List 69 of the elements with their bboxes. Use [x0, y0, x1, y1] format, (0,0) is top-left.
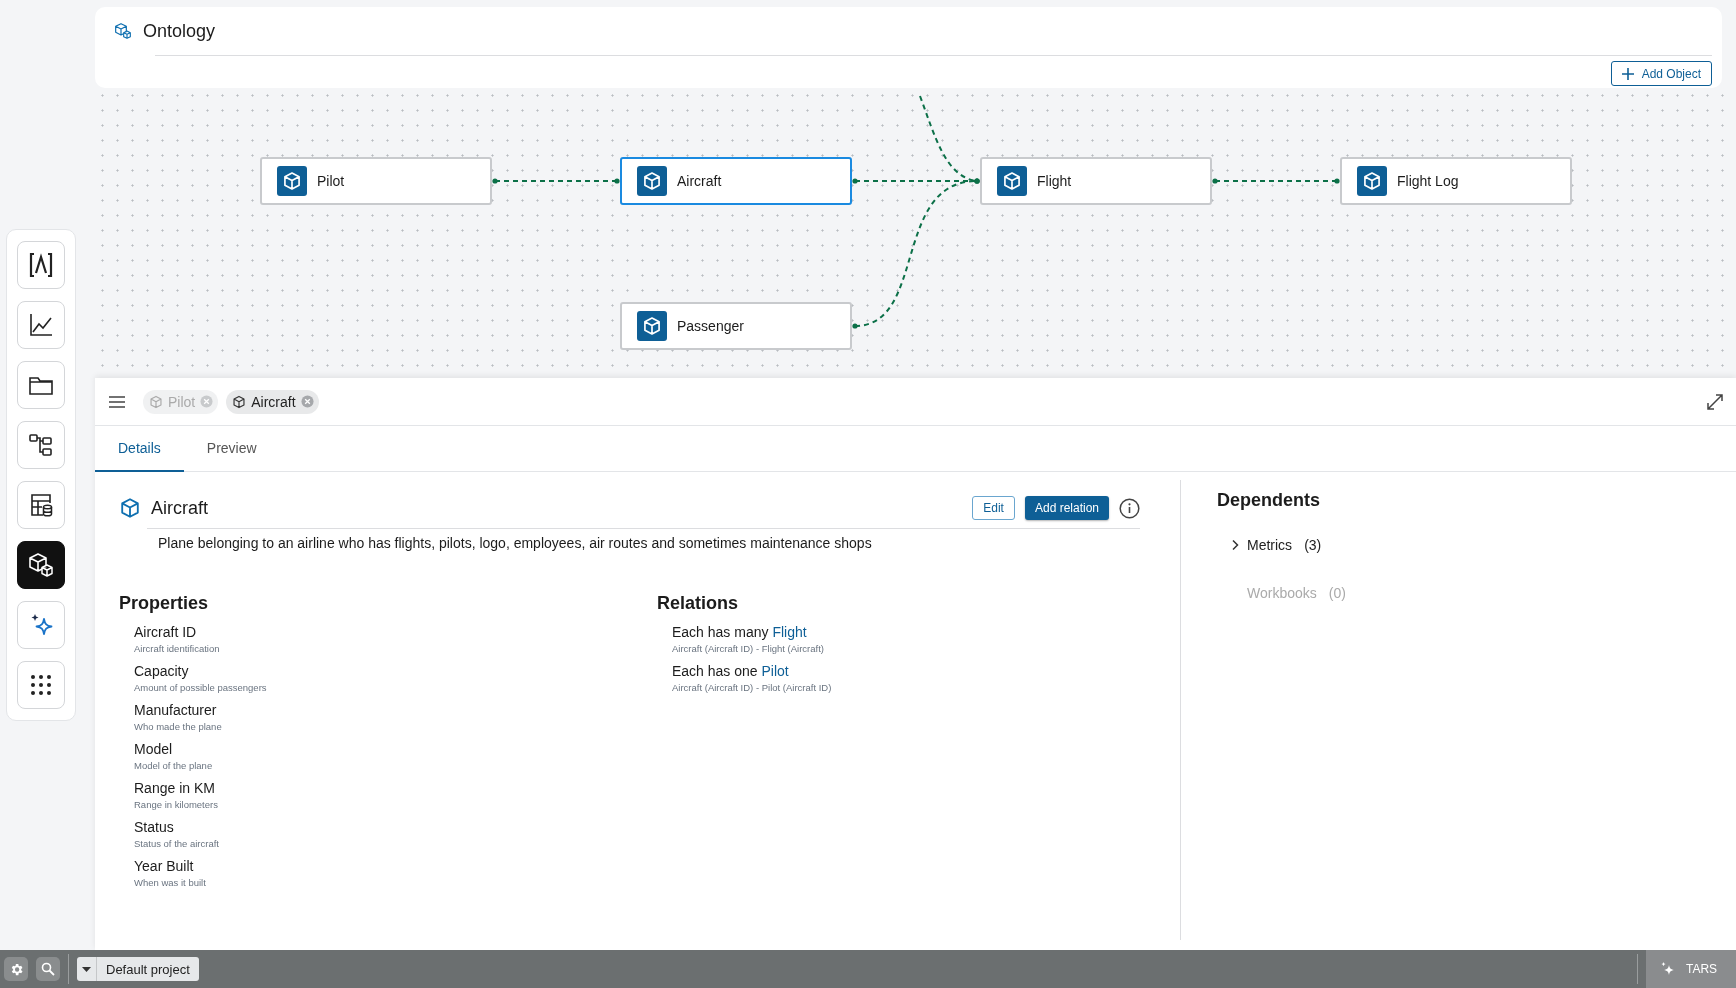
node-label: Aircraft	[677, 173, 722, 189]
object-chip[interactable]: Aircraft	[226, 389, 319, 414]
project-dropdown[interactable]: Default project	[77, 957, 199, 981]
page-title: Ontology	[143, 20, 216, 42]
property-name: Aircraft ID	[134, 623, 197, 641]
property-name: Model	[134, 740, 173, 758]
node-label: Flight	[1037, 173, 1072, 189]
cube-icon	[149, 394, 163, 409]
node-label: Passenger	[677, 318, 744, 334]
menu-icon	[109, 395, 125, 408]
property-description: Aircraft identification	[134, 642, 220, 656]
section-heading: Properties	[119, 593, 210, 614]
property-description: Amount of possible passengers	[134, 681, 267, 695]
info-button[interactable]	[1119, 497, 1140, 519]
property-name: Capacity	[134, 662, 189, 680]
property-name: Manufacturer	[134, 701, 217, 719]
object-description: Plane belonging to an airline who has flights, pilots, logo, employees, air routes and sometimes maintenance shops	[158, 535, 873, 551]
property-description: When was it built	[134, 876, 206, 890]
cube-icon	[637, 311, 667, 341]
menu-button[interactable]	[109, 395, 125, 408]
close-icon	[300, 395, 314, 408]
property-name: Range in KM	[134, 779, 215, 797]
relation-detail: Aircraft (Aircraft ID) - Pilot (Aircraft ID)	[672, 681, 832, 695]
cube-icon	[119, 497, 141, 519]
add-relation-button[interactable]: Add relation	[1024, 496, 1109, 520]
settings-button[interactable]	[4, 957, 28, 981]
caret-down-icon	[82, 966, 91, 972]
tab[interactable]: Preview	[183, 426, 280, 472]
cube-icon	[1357, 166, 1387, 196]
relation-text: Each has many Flight	[672, 623, 807, 641]
property-description: Model of the plane	[134, 759, 213, 773]
property-description: Range in kilometers	[134, 798, 218, 812]
cubes-icon	[113, 21, 133, 41]
cube-icon	[277, 166, 307, 196]
relation-detail: Aircraft (Aircraft ID) - Flight (Aircraft)	[672, 642, 824, 656]
property-name: Year Built	[134, 857, 194, 875]
dependents-item[interactable]: Metrics (3)	[1231, 533, 1322, 557]
object-node[interactable]: Flight Log	[1340, 157, 1572, 205]
property-description: Status of the aircraft	[134, 837, 219, 851]
node-label: Flight Log	[1397, 173, 1459, 189]
chevron-right-icon	[1231, 539, 1239, 551]
object-node[interactable]: Pilot	[260, 157, 492, 205]
plus-icon	[1621, 67, 1634, 80]
cube-icon	[997, 166, 1027, 196]
sidebar-button[interactable]	[17, 541, 65, 589]
cube-icon	[637, 166, 667, 196]
expand-button[interactable]	[1707, 393, 1723, 410]
section-heading: Relations	[657, 593, 740, 614]
object-title: Aircraft	[151, 497, 209, 519]
close-icon	[200, 395, 214, 408]
node-label: Pilot	[317, 173, 345, 189]
info-icon	[1119, 497, 1140, 519]
search-button[interactable]	[36, 957, 60, 981]
object-node[interactable]: Passenger	[620, 302, 852, 350]
section-heading: Dependents	[1217, 490, 1322, 511]
relation-link[interactable]: Flight	[772, 624, 807, 640]
cubes-icon	[26, 550, 56, 580]
relation-text: Each has one Pilot	[672, 662, 789, 680]
property-description: Who made the plane	[134, 720, 222, 734]
search-icon	[41, 962, 55, 976]
object-node[interactable]: Aircraft	[620, 157, 852, 205]
edit-button[interactable]: Edit	[972, 496, 1015, 520]
add-object-button[interactable]: Add Object	[1610, 61, 1712, 86]
cube-icon	[232, 394, 247, 409]
relation-link[interactable]: Pilot	[761, 663, 789, 679]
property-name: Status	[134, 818, 174, 836]
tab[interactable]: Details	[95, 426, 184, 472]
object-node[interactable]: Flight	[980, 157, 1212, 205]
expand-icon	[1707, 393, 1723, 410]
